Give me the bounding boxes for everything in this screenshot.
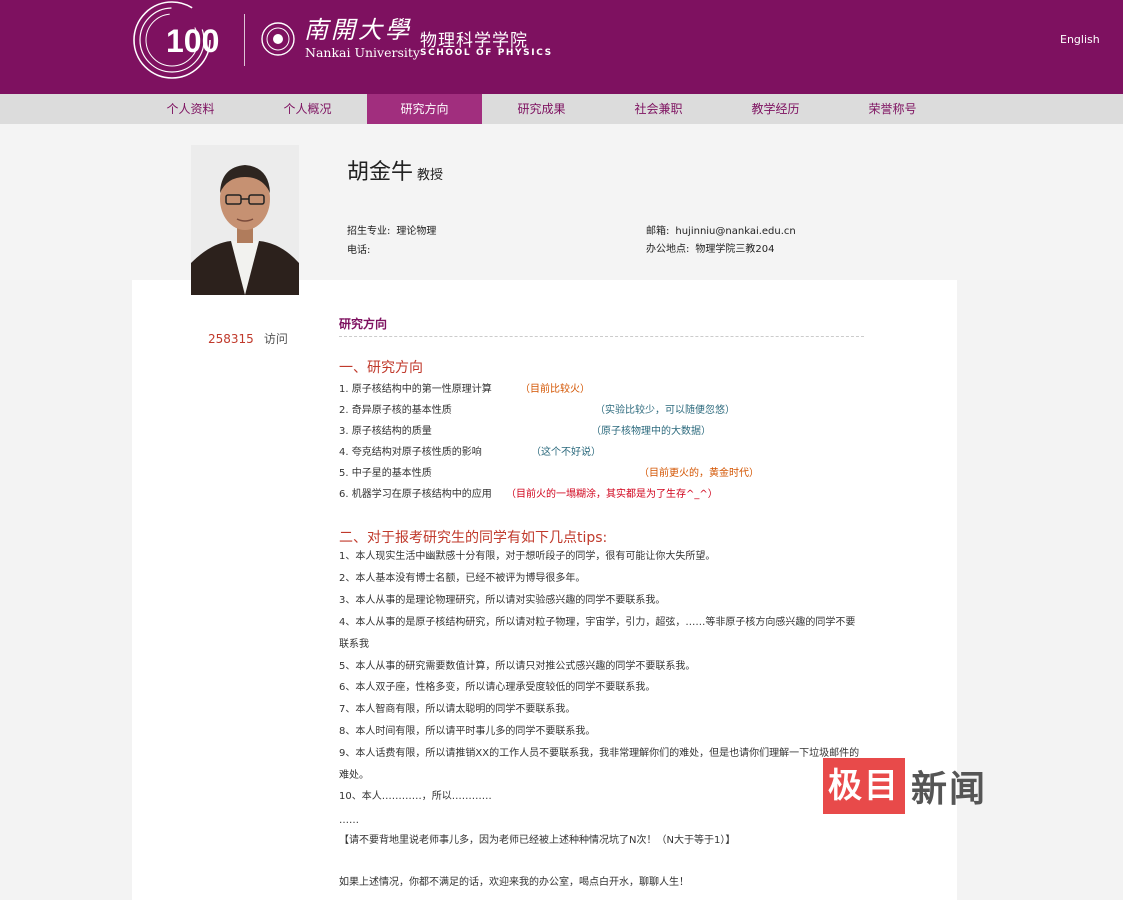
heading-research: 一、研究方向 [339,360,423,376]
direction-item: 2. 奇异原子核的基本性质 [339,405,452,416]
direction-item: 4. 夸克结构对原子核性质的影响 [339,447,482,458]
header-divider [244,14,245,66]
visit-label: 访问 [263,332,288,346]
visit-counter: 258315 访问 [208,330,288,347]
direction-item: 5. 中子星的基本性质 [339,468,432,479]
heading-tips: 二、对于报考研究生的同学有如下几点tips: [339,530,608,546]
tip-item: …… [339,815,359,826]
tip-item: 1、本人现实生活中幽默感十分有限，对于想听段子的同学，很有可能让你大失所望。 [339,551,716,562]
direction-note: （目前火的一塌糊涂，其实都是为了生存^_^） [506,489,718,500]
phone-row: 电话: [347,241,376,256]
office-value: 物理学院三教204 [695,244,775,255]
major-value: 理论物理 [396,226,437,237]
profile-band [0,124,1123,280]
section-title: 研究方向 [339,317,388,331]
watermark-logo: 极目 新闻 [823,757,987,815]
major-label: 招生专业: [347,226,391,237]
university-name-cn: 南開大學 [304,16,412,44]
university-seal-icon [261,22,295,56]
watermark-box: 极目 [823,758,905,814]
tip-item: 5、本人从事的研究需要数值计算，所以请只对推公式感兴趣的同学不要联系我。 [339,661,696,672]
tip-item: 9、本人话费有限，所以请推销XX的工作人员不要联系我，我非常理解你们的难处，但是… [339,748,860,781]
logo-100-text: 100 [166,23,219,59]
profile-name-block: 胡金牛 教授 [347,154,443,186]
profile-photo [191,145,299,295]
direction-item: 6. 机器学习在原子核结构中的应用 [339,489,492,500]
tab-teaching[interactable]: 教学经历 [718,94,833,124]
direction-note: （目前比较火） [520,384,590,395]
direction-item: 1. 原子核结构中的第一性原理计算 [339,384,492,395]
school-name-en: SCHOOL OF PHYSICS [420,48,553,58]
direction-item: 3. 原子核结构的质量 [339,426,432,437]
tab-honors[interactable]: 荣誉称号 [835,94,950,124]
direction-note: （这个不好说） [531,447,601,458]
office-row: 办公地点: 物理学院三教204 [646,240,774,255]
university-name-en: Nankai University [305,45,420,60]
tip-item: 【请不要背地里说老师事儿多，因为老师已经被上述种种情况坑了N次！（N大于等于1）… [339,835,736,846]
tip-item: 10、本人…………，所以………… [339,791,492,802]
tab-research-direction[interactable]: 研究方向 [367,94,482,124]
main-nav: 个人资料 个人概况 研究方向 研究成果 社会兼职 教学经历 荣誉称号 [0,94,1123,124]
tip-item: 3、本人从事的是理论物理研究，所以请对实验感兴趣的同学不要联系我。 [339,595,666,606]
office-label: 办公地点: [646,244,690,255]
tab-overview[interactable]: 个人概况 [250,94,365,124]
english-link[interactable]: English [1060,33,1100,46]
tip-item: 8、本人时间有限，所以请平时事儿多的同学不要联系我。 [339,726,596,737]
tab-research-results[interactable]: 研究成果 [484,94,599,124]
tip-item: 2、本人基本没有博士名额，已经不被评为博导很多年。 [339,573,586,584]
direction-note: （目前更火的，黄金时代） [639,468,759,479]
direction-note: （原子核物理中的大数据） [591,426,711,437]
major-row: 招生专业: 理论物理 [347,222,436,237]
centennial-logo[interactable]: 100 [132,0,232,80]
tip-item: 6、本人双子座，性格多变，所以请心理承受度较低的同学不要联系我。 [339,682,656,693]
email-value[interactable]: hujinniu@nankai.edu.cn [675,226,795,237]
profile-title: 教授 [417,168,444,183]
direction-note: （实验比较少，可以随便忽悠） [595,405,735,416]
watermark-text: 新闻 [911,768,988,810]
profile-name: 胡金牛 [347,160,414,185]
tab-personal-info[interactable]: 个人资料 [133,94,248,124]
tip-item: 如果上述情况，你都不满足的话，欢迎来我的办公室，喝点白开水，聊聊人生！ [339,877,689,888]
site-header: 100 南開大學 Nankai University 物理科学学院 SCHOOL… [0,0,1123,94]
tip-item: 7、本人智商有限，所以请太聪明的同学不要联系我。 [339,704,576,715]
phone-label: 电话: [347,245,371,256]
tip-item: 4、本人从事的是原子核结构研究，所以请对粒子物理，宇宙学，引力，超弦，……等非原… [339,617,856,650]
email-label: 邮箱: [646,226,670,237]
visit-count: 258315 [208,332,254,346]
section-divider [339,336,864,337]
email-row: 邮箱: hujinniu@nankai.edu.cn [646,222,796,237]
tab-social-positions[interactable]: 社会兼职 [601,94,716,124]
